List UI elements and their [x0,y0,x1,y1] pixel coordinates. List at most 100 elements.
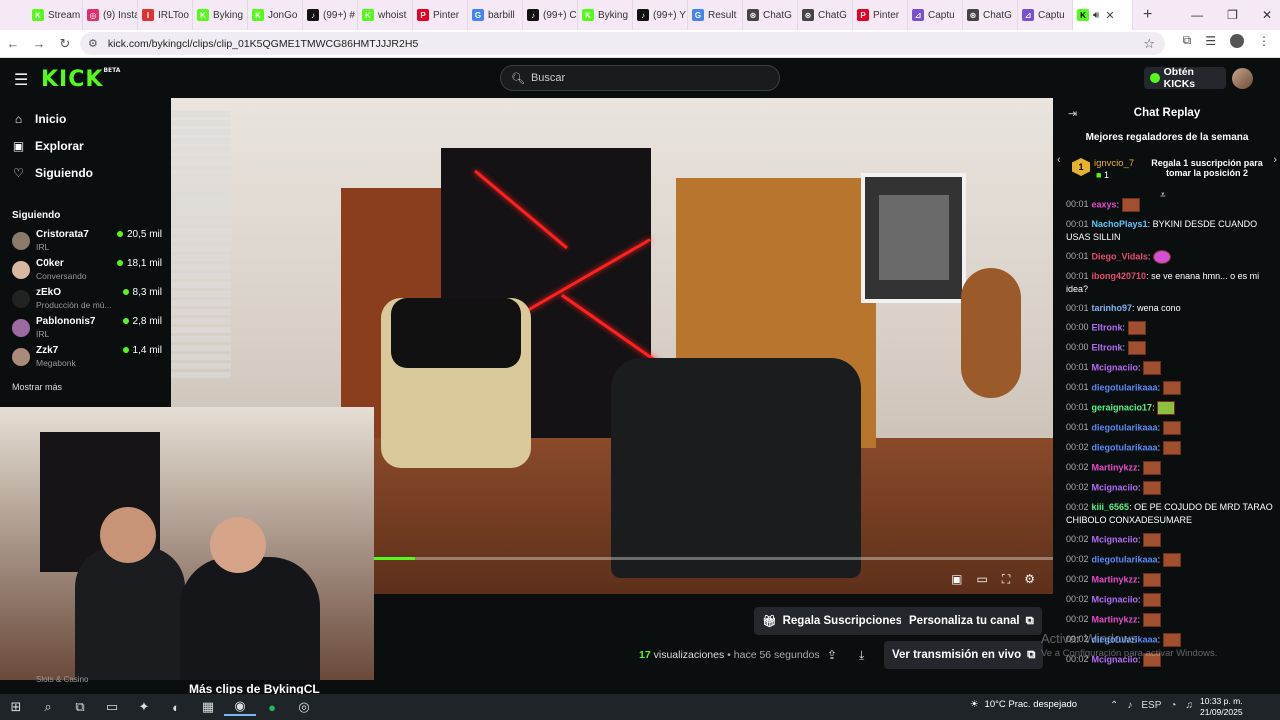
chat-username[interactable]: Martinykzz [1092,614,1138,624]
chat-username[interactable]: kiii_6565 [1092,502,1130,512]
share-icon[interactable]: ⇪ [827,648,837,662]
download-icon[interactable]: ⤓ [859,648,864,663]
gift-subs-button[interactable]: 🎁︎ Regala Suscripciones [754,607,911,635]
chat-username[interactable]: diegotularikaaa [1092,554,1158,564]
browser-tab[interactable]: ⊛ ChatG [743,0,798,30]
address-bar[interactable]: ⚙ kick.com/bykingcl/clips/clip_01K5QGME1… [80,32,1165,55]
chat-username[interactable]: ibong420710 [1092,271,1147,281]
browser-tab[interactable]: K Byking [193,0,248,30]
chat-username[interactable]: diegotularikaaa [1092,422,1158,432]
browser-tab[interactable]: ♪ (99+) C [523,0,578,30]
watch-live-button[interactable]: Ver transmisión en vivo ⧉ [884,641,1044,669]
sidebar-category-label[interactable]: Slots & Casino [36,675,88,684]
spotify-icon[interactable]: ● [256,700,288,715]
audio-icon[interactable]: 🔊︎ [1093,10,1099,21]
chat-username[interactable]: Diego_Vidals [1092,251,1148,261]
browser-tab[interactable]: ♪ (99+) # [303,0,358,30]
browser-tab[interactable]: ⊿ Captu [908,0,963,30]
active-browser-tab[interactable]: K 🔊︎ ✕ [1073,0,1133,30]
windows-start-icon[interactable]: ⊞ [0,699,32,715]
hamburger-menu-icon[interactable]: ☰ [14,70,28,90]
browser-tab[interactable]: Gbarbill [468,0,523,30]
copilot-icon[interactable]: ✦ [128,699,160,715]
bookmark-star-icon[interactable]: ☆ [1143,36,1155,52]
followed-channel[interactable]: C0ker Conversando 18,1 mil [12,258,162,284]
edge-icon[interactable]: ◐ [160,700,192,715]
chat-username[interactable]: eaxys [1092,199,1117,209]
back-icon[interactable]: ← [0,36,26,51]
chat-username[interactable]: diegotularikaaa [1092,382,1158,392]
chat-username[interactable]: Eltronk [1092,342,1123,352]
chat-username[interactable]: tarinho97 [1092,303,1133,313]
chat-username[interactable]: diegotularikaaa [1092,442,1158,452]
browser-tab[interactable]: Kwhoist [358,0,413,30]
show-more-link[interactable]: Mostrar más [12,382,62,392]
user-avatar[interactable] [1232,68,1253,89]
browser-tab[interactable]: ♪ (99+) Y [633,0,688,30]
theater-mode-icon[interactable]: ▭ [976,572,987,587]
lang-indicator[interactable]: ESP [1141,700,1161,711]
new-tab-icon[interactable]: + [1143,6,1152,24]
gifter-name[interactable]: ignvcio_7 [1094,158,1134,169]
chat-username[interactable]: Mcignaciio [1092,534,1139,544]
volume-icon[interactable]: ♫ [1185,700,1193,711]
chat-username[interactable]: Martinykzz [1092,574,1138,584]
forward-icon[interactable]: → [26,36,52,51]
file-explorer-icon[interactable]: ▭ [96,699,128,715]
browser-tab[interactable]: ⊛ ChatG [963,0,1018,30]
chat-username[interactable]: Martinykzz [1092,462,1138,472]
chat-username[interactable]: NachoPlays1 [1092,219,1148,229]
site-info-icon[interactable]: ⚙ [88,37,98,50]
pip-icon[interactable]: ▣ [951,572,962,587]
followed-channel[interactable]: Zzk7 Megabonk 1,4 mil [12,345,162,371]
sidebar-nav-explorar[interactable]: ▣ Explorar [12,139,84,153]
browser-tab[interactable]: ⊛ ChatG [798,0,853,30]
browser-tab[interactable]: G Result [688,0,743,30]
profile-avatar[interactable] [1230,33,1244,48]
fullscreen-icon[interactable]: ⛶ [1002,572,1010,587]
reading-list-icon[interactable]: ☰ [1205,34,1216,48]
weather-widget[interactable]: ☀ 10°C Prac. despejado [970,699,1077,710]
gift-cta[interactable]: Regala 1 suscripción para tomar la posic… [1142,158,1272,178]
minimize-icon[interactable]: — [1191,8,1203,22]
chevron-left-icon[interactable]: ‹ [1057,154,1061,166]
search-icon[interactable]: ⌕ [32,699,64,715]
store-icon[interactable]: ▦ [192,699,224,715]
followed-channel[interactable]: Pablononis7 IRL 2,8 mil [12,316,162,342]
video-progress-bar[interactable] [374,557,1053,560]
settings-icon[interactable]: ⚙ [1024,572,1035,587]
browser-tab[interactable]: I IRLToo [138,0,193,30]
close-tab-icon[interactable]: ✕ [1105,9,1114,22]
sidebar-nav-siguiendo[interactable]: ♡ Siguiendo [12,166,93,180]
customize-channel-button[interactable]: Personaliza tu canal ⧉ [901,607,1042,635]
chat-username[interactable]: Mcignaciio [1092,482,1139,492]
tray-chevron-icon[interactable]: ⌃ [1110,700,1118,711]
taskbar-clock[interactable]: 10:33 p. m. 21/09/2025 [1200,696,1243,718]
reload-icon[interactable]: ↻ [52,36,78,52]
chrome-icon[interactable]: ◉ [224,698,256,716]
sidebar-nav-inicio[interactable]: ⌂ Inicio [12,112,66,126]
browser-tab[interactable]: ◎ (9) Insta [83,0,138,30]
close-window-icon[interactable]: ✕ [1262,8,1272,22]
mic-icon[interactable]: ♪ [1127,700,1132,711]
obs-icon[interactable]: ◎ [288,699,320,715]
browser-tab[interactable]: K Byking [578,0,633,30]
chevron-right-icon[interactable]: › [1273,154,1277,166]
chat-username[interactable]: geraignacio17 [1092,402,1153,412]
chat-username[interactable]: Mcignaciio [1092,362,1139,372]
extensions-icon[interactable]: ⧉ [1183,33,1192,48]
followed-channel[interactable]: zEkO Producción de mú... 8,3 mil [12,287,162,313]
kick-logo[interactable]: KICKBETA [41,67,120,92]
browser-tab[interactable]: P Pinter [413,0,468,30]
browser-tab[interactable]: P Pinter [853,0,908,30]
chat-username[interactable]: Mcignaciio [1092,594,1139,604]
chat-username[interactable]: Eltronk [1092,322,1123,332]
browser-tab[interactable]: ⊿ Captu [1018,0,1073,30]
search-input[interactable]: 🔍︎ Buscar [500,65,780,91]
get-kicks-button[interactable]: Obtén KICKs [1144,66,1226,90]
restore-icon[interactable]: ❐ [1227,8,1238,22]
task-view-icon[interactable]: ⧉ [64,699,96,715]
browser-tab[interactable]: K Stream [28,0,83,30]
wifi-icon[interactable]: ◔ [1170,700,1176,711]
followed-channel[interactable]: Cristorata7 IRL 20,5 mil [12,229,162,255]
